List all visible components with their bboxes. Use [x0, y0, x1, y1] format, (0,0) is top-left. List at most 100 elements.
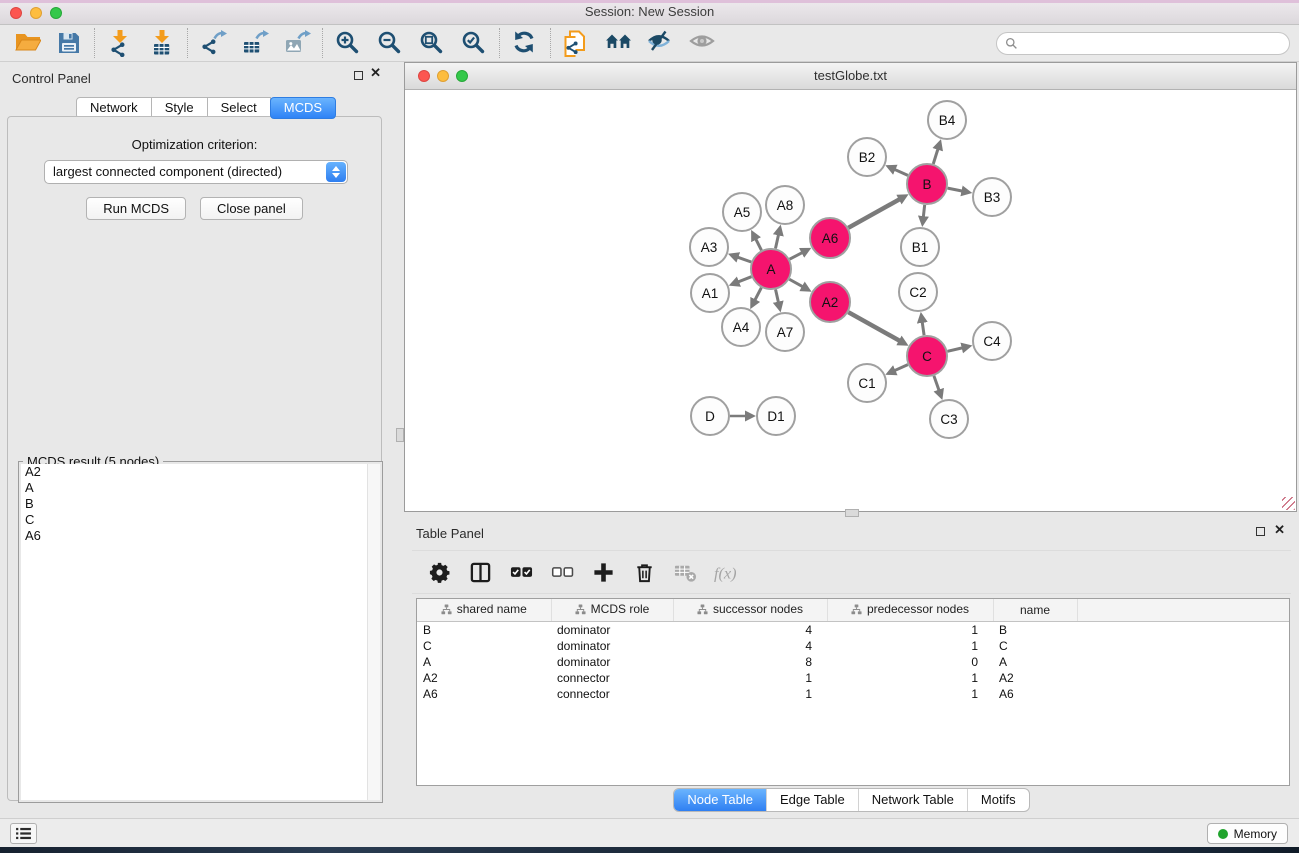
- duplicate-network-button[interactable]: [555, 26, 597, 60]
- mcds-result-item[interactable]: C: [21, 512, 368, 528]
- deselect-all-rows-button[interactable]: [549, 559, 575, 585]
- graph-node-B4[interactable]: B4: [928, 101, 966, 139]
- mcds-result-item[interactable]: B: [21, 496, 368, 512]
- float-panel-icon[interactable]: [354, 71, 363, 80]
- network-window-titlebar[interactable]: testGlobe.txt: [405, 63, 1296, 90]
- graph-edge-B-B2[interactable]: [894, 169, 907, 175]
- zoom-in-button[interactable]: [327, 26, 369, 60]
- search-field[interactable]: [996, 32, 1290, 55]
- export-table-button[interactable]: [234, 26, 276, 60]
- close-panel-button[interactable]: Close panel: [200, 197, 303, 220]
- graph-node-C3[interactable]: C3: [930, 400, 968, 438]
- column-header-successor-nodes[interactable]: successor nodes: [673, 599, 827, 622]
- search-input[interactable]: [1018, 35, 1289, 53]
- network-graph[interactable]: B4 B2 B B3 A5A8A6 A3 B1 A A1 C2 A2 A4A7 C4 C C1 C3 D D1: [405, 89, 1296, 511]
- delete-columns-button[interactable]: [631, 559, 657, 585]
- graph-edge-B-B1[interactable]: [923, 205, 924, 217]
- open-file-button[interactable]: [6, 26, 48, 60]
- graph-node-A2[interactable]: A2: [810, 282, 850, 322]
- export-network-button[interactable]: [192, 26, 234, 60]
- select-all-rows-button[interactable]: [508, 559, 534, 585]
- cybrowser-home-button[interactable]: [597, 26, 639, 60]
- new-column-button[interactable]: [590, 559, 616, 585]
- window-resize-grip[interactable]: [1282, 497, 1295, 510]
- graph-edge-A2-C[interactable]: [848, 312, 900, 341]
- float-table-panel-icon[interactable]: [1256, 527, 1265, 536]
- import-network-button[interactable]: [99, 26, 141, 60]
- tab-motifs[interactable]: Motifs: [967, 789, 1029, 811]
- graph-node-D1[interactable]: D1: [757, 397, 795, 435]
- node-table[interactable]: shared nameMCDS rolesuccessor nodesprede…: [417, 599, 1289, 702]
- graph-edge-A-A4[interactable]: [755, 288, 762, 301]
- graph-edge-A6-B[interactable]: [848, 199, 900, 228]
- mcds-result-item[interactable]: A2: [21, 464, 368, 480]
- graph-node-C2[interactable]: C2: [899, 273, 937, 311]
- run-mcds-button[interactable]: Run MCDS: [86, 197, 186, 220]
- zoom-out-button[interactable]: [369, 26, 411, 60]
- table-row[interactable]: A2connector11A2: [417, 670, 1289, 686]
- close-panel-icon[interactable]: ✕: [370, 67, 381, 78]
- tab-mcds[interactable]: MCDS: [270, 97, 336, 119]
- network-canvas[interactable]: B4 B2 B B3 A5A8A6 A3 B1 A A1 C2 A2 A4A7 C4 C C1 C3 D D1: [405, 89, 1296, 511]
- graph-edge-C-C1[interactable]: [894, 365, 907, 371]
- save-session-button[interactable]: [48, 26, 90, 60]
- zoom-selected-button[interactable]: [453, 26, 495, 60]
- graph-edge-B-B3[interactable]: [948, 188, 963, 191]
- export-image-button[interactable]: [276, 26, 318, 60]
- graph-edge-A-A6[interactable]: [790, 252, 803, 259]
- show-panels-button[interactable]: [10, 823, 37, 844]
- graph-node-B3[interactable]: B3: [973, 178, 1011, 216]
- mcds-result-item[interactable]: A: [21, 480, 368, 496]
- table-row[interactable]: Adominator80A: [417, 654, 1289, 670]
- refresh-layout-button[interactable]: [504, 26, 546, 60]
- mcds-result-item[interactable]: A6: [21, 528, 368, 544]
- graph-node-B[interactable]: B: [907, 164, 947, 204]
- graph-edge-C-C3[interactable]: [934, 376, 939, 391]
- vertical-split-handle[interactable]: [845, 509, 859, 517]
- zoom-fit-button[interactable]: [411, 26, 453, 60]
- graph-edge-C-C4[interactable]: [947, 348, 962, 352]
- import-table-button[interactable]: [141, 26, 183, 60]
- column-header-name[interactable]: name: [993, 599, 1077, 622]
- graph-node-A6[interactable]: A6: [810, 218, 850, 258]
- graph-node-A8[interactable]: A8: [766, 186, 804, 224]
- close-table-panel-icon[interactable]: ✕: [1274, 524, 1285, 535]
- memory-button[interactable]: Memory: [1207, 823, 1288, 844]
- graph-node-D[interactable]: D: [691, 397, 729, 435]
- column-header-predecessor-nodes[interactable]: predecessor nodes: [827, 599, 993, 622]
- graph-edge-A-A3[interactable]: [737, 257, 751, 262]
- mcds-result-list[interactable]: A2ABCA6: [21, 464, 368, 800]
- hide-graphics-details-button[interactable]: [639, 26, 681, 60]
- graph-edge-A-A2[interactable]: [789, 279, 803, 287]
- column-header-MCDS-role[interactable]: MCDS role: [551, 599, 673, 622]
- horizontal-split-handle[interactable]: [396, 428, 404, 442]
- graph-node-A[interactable]: A: [751, 249, 791, 289]
- graph-node-C1[interactable]: C1: [848, 364, 886, 402]
- graph-node-B1[interactable]: B1: [901, 228, 939, 266]
- graph-node-A1[interactable]: A1: [691, 274, 729, 312]
- column-visibility-button[interactable]: [467, 559, 493, 585]
- tab-edge-table[interactable]: Edge Table: [766, 789, 858, 811]
- graph-edge-A-A7[interactable]: [776, 289, 779, 302]
- table-header-row[interactable]: shared nameMCDS rolesuccessor nodesprede…: [417, 599, 1289, 622]
- optimization-criterion-select[interactable]: largest connected component (directed): [44, 160, 348, 184]
- graph-node-C4[interactable]: C4: [973, 322, 1011, 360]
- graph-node-A5[interactable]: A5: [723, 193, 761, 231]
- tab-node-table[interactable]: Node Table: [674, 789, 766, 811]
- tab-network-table[interactable]: Network Table: [858, 789, 967, 811]
- graph-node-C[interactable]: C: [907, 336, 947, 376]
- graph-node-A3[interactable]: A3: [690, 228, 728, 266]
- result-scrollbar[interactable]: [367, 464, 380, 800]
- graph-node-A7[interactable]: A7: [766, 313, 804, 351]
- table-row[interactable]: Cdominator41C: [417, 638, 1289, 654]
- graph-node-B2[interactable]: B2: [848, 138, 886, 176]
- graph-edge-A-A1[interactable]: [738, 277, 752, 282]
- graph-edge-C-C2[interactable]: [922, 322, 924, 335]
- table-row[interactable]: A6connector11A6: [417, 686, 1289, 702]
- column-header-shared-name[interactable]: shared name: [417, 599, 551, 622]
- graph-node-A4[interactable]: A4: [722, 308, 760, 346]
- table-row[interactable]: Bdominator41B: [417, 622, 1289, 639]
- table-settings-gear-button[interactable]: [426, 559, 452, 585]
- graph-edge-A-A8[interactable]: [775, 234, 778, 248]
- graph-edge-A-A5[interactable]: [756, 239, 762, 251]
